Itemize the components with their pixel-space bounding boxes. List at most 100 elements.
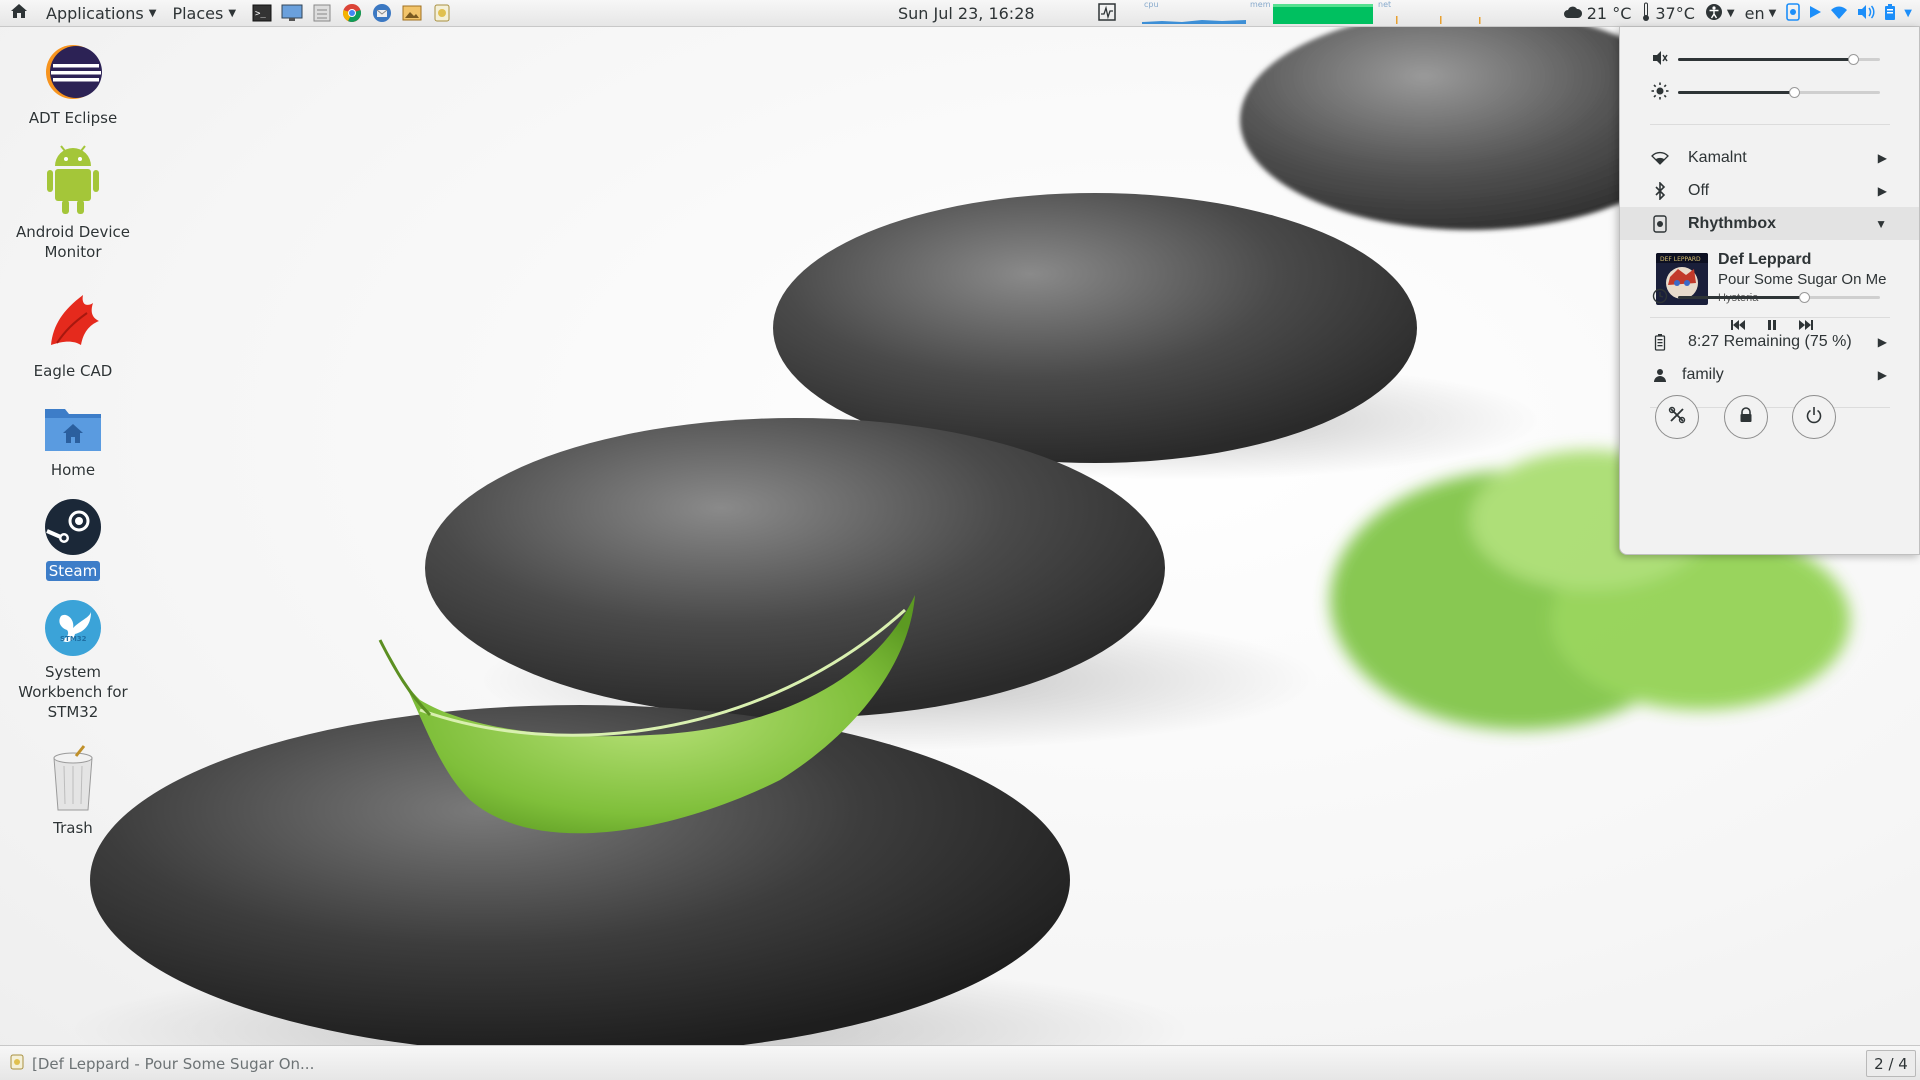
chrome-icon[interactable] [340, 2, 364, 24]
image-viewer-icon[interactable] [400, 2, 424, 24]
wifi-menu-item[interactable]: Kamalnt ▶ [1620, 141, 1919, 174]
desktop-icon-label: Steam [45, 561, 101, 581]
power-off-button[interactable] [1792, 395, 1836, 439]
chevron-down-icon: ▼ [148, 7, 157, 19]
cpu-temperature: 37°C [1655, 4, 1695, 23]
clock[interactable]: Sun Jul 23, 16:28 [898, 0, 1035, 27]
battery-icon [1650, 333, 1670, 351]
brightness-slider-fill [1678, 91, 1795, 94]
wifi-network-name: Kamalnt [1688, 148, 1747, 166]
chevron-down-icon: ▼ [1726, 8, 1735, 19]
rhythmbox-tray-icon [1786, 2, 1801, 25]
cpu-temperature-indicator[interactable]: 37°C [1641, 2, 1695, 26]
stm32-icon: STM32 [41, 598, 105, 658]
user-name: family [1682, 365, 1724, 383]
places-menu[interactable]: Places ▼ [164, 0, 244, 27]
taskbar-window-button[interactable]: [Def Leppard - Pour Some Sugar On... [4, 1051, 324, 1076]
desktop-icon-label: ADT Eclipse [28, 109, 118, 127]
system-monitor-toggle[interactable] [1098, 2, 1116, 24]
bottom-panel: [Def Leppard - Pour Some Sugar On... 2 /… [0, 1045, 1920, 1080]
system-status-menu: Kamalnt ▶ Off ▶ Rhythmbox ▼ DEF LEPPARD … [1619, 27, 1920, 555]
accessibility-icon [1705, 3, 1723, 25]
accessibility-menu[interactable]: ▼ [1705, 3, 1735, 25]
clock-icon [1650, 288, 1670, 304]
svg-text:STM32: STM32 [60, 635, 87, 643]
track-position-slider[interactable] [1678, 292, 1880, 303]
quick-launchers: >_ [250, 2, 454, 24]
chevron-right-icon: ▶ [1877, 334, 1887, 349]
bluetooth-menu-item[interactable]: Off ▶ [1620, 174, 1919, 207]
home-button[interactable] [0, 0, 38, 27]
status-area[interactable]: ▼ [1786, 2, 1912, 25]
places-label: Places [172, 3, 224, 23]
menu-separator [1650, 317, 1890, 318]
volume-slider[interactable] [1678, 54, 1880, 65]
memory-graph: mem [1248, 0, 1373, 24]
terminal-icon[interactable]: >_ [250, 2, 274, 24]
keyboard-layout-label: en [1744, 4, 1765, 23]
desktop-icon-label: Home [50, 461, 96, 479]
workspace-indicator[interactable]: 2 / 4 [1866, 1050, 1916, 1077]
desktop-icon-label: Android Device Monitor [15, 223, 131, 261]
chevron-right-icon: ▶ [1877, 150, 1887, 165]
steam-icon [41, 497, 105, 557]
battery-icon [1884, 3, 1896, 25]
keyboard-layout-menu[interactable]: en ▼ [1745, 4, 1777, 23]
battery-menu-item[interactable]: 8:27 Remaining (75 %) ▶ [1620, 325, 1919, 358]
track-position-handle[interactable] [1799, 292, 1810, 303]
thermometer-icon [1641, 2, 1651, 26]
file-manager-icon[interactable] [310, 2, 334, 24]
desktop-icon-steam[interactable]: Steam [3, 497, 143, 581]
desktop-icon-adt-eclipse[interactable]: ADT Eclipse [3, 40, 143, 128]
applications-menu[interactable]: Applications ▼ [38, 0, 164, 27]
battery-status: 8:27 Remaining (75 %) [1688, 332, 1852, 350]
lock-screen-button[interactable] [1724, 395, 1768, 439]
weather-indicator[interactable]: 21 °C [1563, 4, 1631, 23]
desktop-icon-home[interactable]: Home [3, 400, 143, 480]
album-art-title: DEF LEPPARD [1660, 256, 1701, 263]
desktop-icon-eagle-cad[interactable]: Eagle CAD [3, 285, 143, 381]
desktop-icon-android-device-monitor[interactable]: Android Device Monitor [3, 138, 143, 262]
bluetooth-status: Off [1688, 181, 1710, 199]
cpu-graph-label: cpu [1144, 0, 1159, 9]
power-icon [1805, 406, 1823, 429]
chevron-right-icon: ▶ [1877, 367, 1887, 382]
lock-icon [1739, 406, 1753, 428]
volume-slider-handle[interactable] [1848, 54, 1859, 65]
track-artist: Def Leppard [1718, 251, 1812, 268]
brightness-icon [1650, 82, 1670, 100]
cloud-icon [1563, 4, 1583, 23]
user-icon [1650, 368, 1670, 382]
display-icon[interactable] [280, 2, 304, 24]
rhythmbox-icon[interactable] [430, 2, 454, 24]
media-player-name: Rhythmbox [1688, 214, 1776, 232]
rhythmbox-icon [1650, 214, 1670, 233]
volume-slider-fill [1678, 58, 1854, 61]
volume-icon [1856, 4, 1876, 24]
brightness-slider[interactable] [1678, 87, 1880, 98]
android-icon [41, 138, 105, 218]
trash-icon [41, 744, 105, 814]
svg-text:>_: >_ [255, 9, 266, 19]
playing-icon [1808, 4, 1822, 24]
settings-tools-icon [1668, 406, 1686, 429]
applications-label: Applications [46, 3, 144, 23]
desktop-icon-system-workbench-stm32[interactable]: STM32 System Workbench for STM32 [3, 598, 143, 722]
bluetooth-icon [1650, 181, 1670, 200]
desktop-icon-label: System Workbench for STM32 [18, 663, 128, 721]
menu-separator [1650, 124, 1890, 125]
taskbar-window-title: [Def Leppard - Pour Some Sugar On... [32, 1054, 315, 1073]
wifi-icon [1830, 4, 1848, 24]
home-folder-icon [41, 400, 105, 456]
wifi-icon [1650, 151, 1670, 165]
settings-button[interactable] [1655, 395, 1699, 439]
user-menu-item[interactable]: family ▶ [1620, 358, 1919, 391]
desktop-icon-trash[interactable]: Trash [3, 744, 143, 838]
media-player-menu-item[interactable]: Rhythmbox ▼ [1620, 207, 1919, 240]
chevron-down-icon: ▼ [228, 7, 237, 19]
chevron-down-icon: ▼ [1875, 216, 1887, 231]
brightness-slider-handle[interactable] [1789, 87, 1800, 98]
thunderbird-icon[interactable] [370, 2, 394, 24]
system-tray: 21 °C 37°C ▼ en ▼ ▼ [1563, 0, 1920, 27]
volume-muted-icon [1650, 50, 1670, 66]
